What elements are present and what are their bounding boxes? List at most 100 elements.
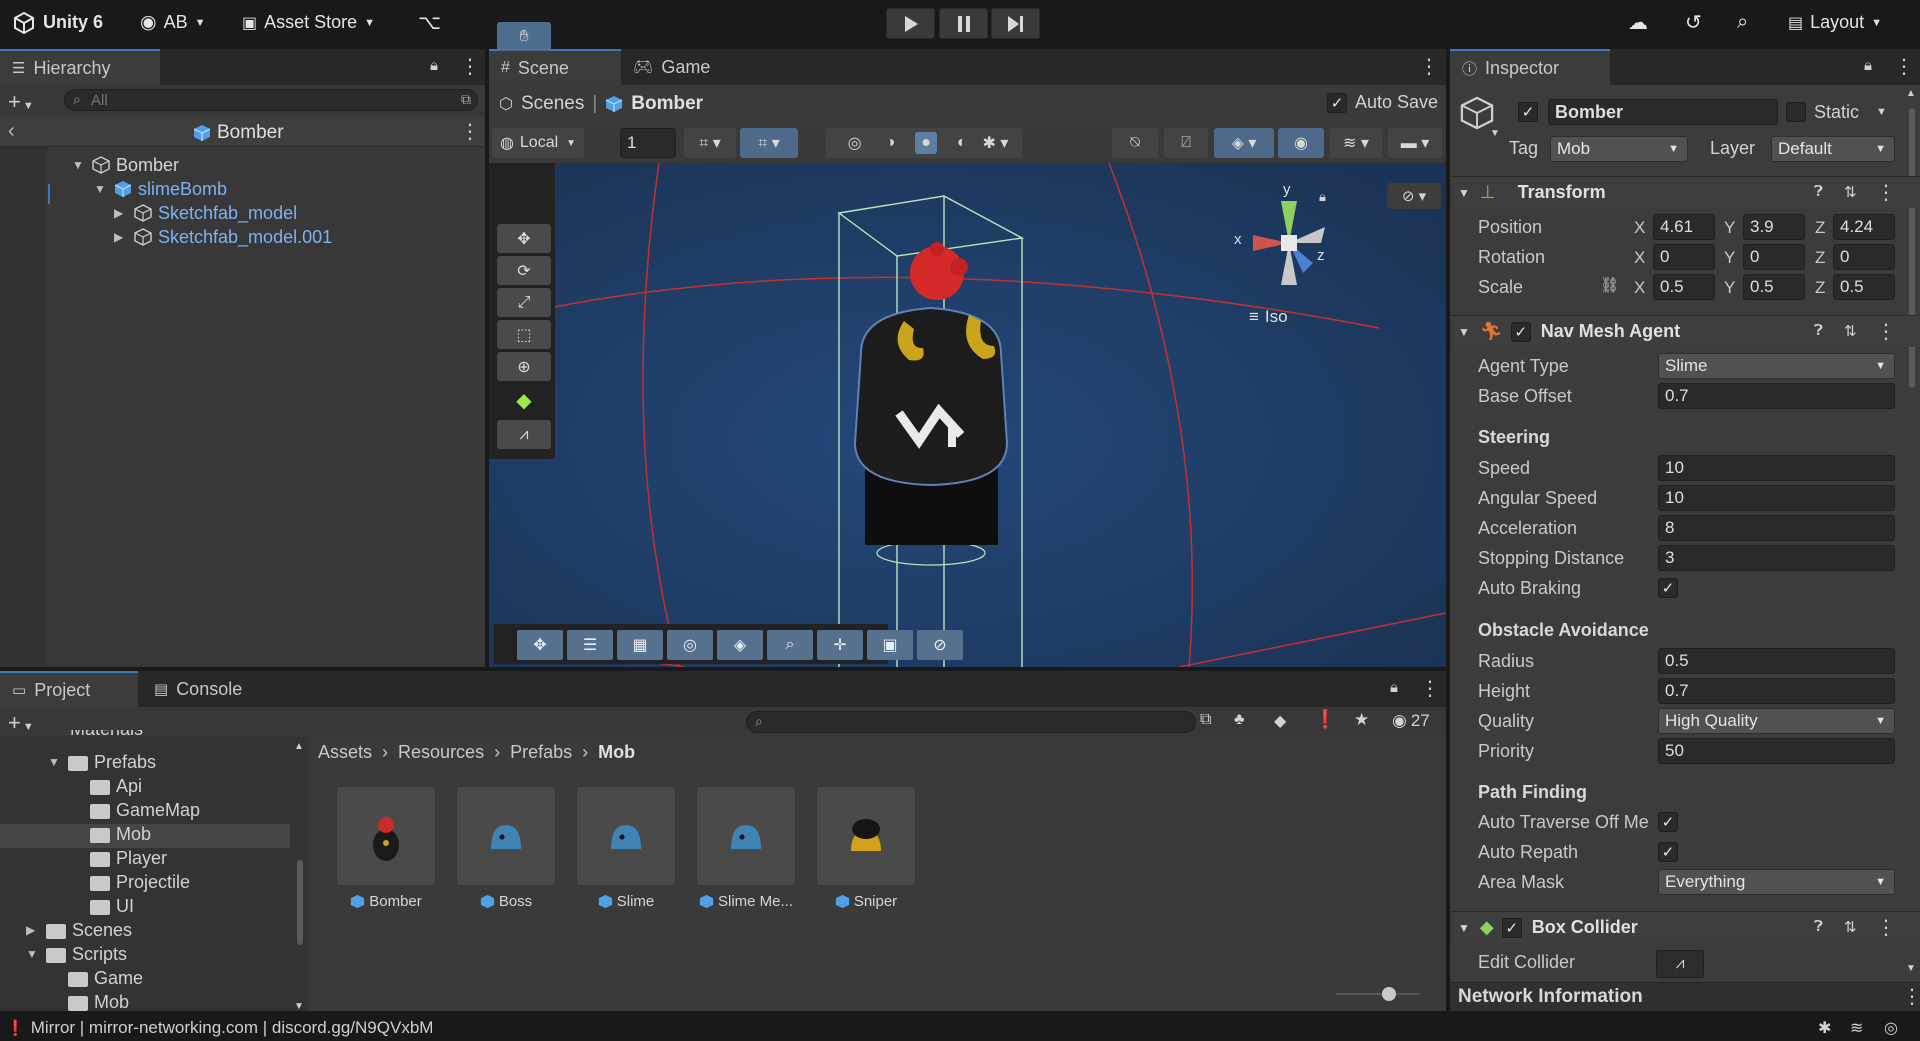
hierarchy-item-sketchfab-model-001[interactable]: ▶ Sketchfab_model.001: [114, 225, 332, 249]
step-button[interactable]: [991, 8, 1040, 39]
rotate-tool[interactable]: ⟳: [497, 256, 551, 285]
scroll-up-icon[interactable]: ▲: [294, 741, 304, 752]
folder-materials[interactable]: Materials: [70, 730, 143, 740]
projection-toggle[interactable]: ≡ Iso: [1249, 307, 1288, 327]
foldout-arrow-icon[interactable]: ▼: [1458, 921, 1470, 935]
project-search-field[interactable]: ⌕: [746, 711, 1196, 733]
star-icon[interactable]: ★: [1354, 710, 1369, 730]
hierarchy-item-sketchfab-model[interactable]: ▶ Sketchfab_model: [114, 201, 297, 225]
breadcrumb-assets[interactable]: Assets: [318, 742, 372, 763]
audio-toggle[interactable]: ⍁: [1164, 128, 1208, 158]
snap-increment-button[interactable]: ⌗ ▾: [740, 128, 798, 158]
foldout-arrow-icon[interactable]: ▼: [1458, 325, 1470, 339]
breadcrumb-mob[interactable]: Mob: [598, 742, 635, 763]
folder-mob[interactable]: Mob: [90, 822, 151, 846]
grid-snap-button[interactable]: ⌗ ▾: [684, 128, 736, 158]
overlay-camera-button[interactable]: ▣: [867, 630, 913, 660]
debug-bug-icon[interactable]: ✱: [1818, 1018, 1831, 1038]
component-menu-icon[interactable]: ⋮: [1876, 918, 1896, 938]
scroll-down-icon[interactable]: ▼: [1906, 963, 1916, 974]
angular-speed-field[interactable]: 10: [1658, 485, 1895, 511]
expand-arrow-icon[interactable]: ▼: [72, 158, 86, 172]
lock-icon[interactable]: 🔒︎: [1864, 57, 1872, 74]
tab-console[interactable]: ▤ Console: [142, 671, 272, 707]
asset-boss[interactable]: Boss: [456, 787, 556, 910]
presets-icon[interactable]: ⇅: [1844, 918, 1857, 936]
active-checkbox[interactable]: ✓: [1518, 102, 1538, 122]
cloud-button[interactable]: ☁: [1628, 0, 1648, 45]
grid-size-field[interactable]: 1: [620, 128, 676, 158]
warning-icon[interactable]: ❗: [1314, 709, 1336, 730]
orientation-gizmo[interactable]: y x z: [1229, 181, 1349, 303]
scroll-up-icon[interactable]: ▲: [1906, 88, 1916, 99]
tab-scene[interactable]: # Scene: [489, 49, 621, 85]
acceleration-field[interactable]: 8: [1658, 515, 1895, 541]
network-info-menu-icon[interactable]: ⋮: [1902, 987, 1920, 1007]
position-y-field[interactable]: 3.9: [1743, 214, 1805, 240]
thumbnail-size-slider[interactable]: [1336, 987, 1420, 1001]
folder-game[interactable]: Game: [68, 966, 143, 990]
auto-braking-checkbox[interactable]: ✓: [1658, 578, 1678, 598]
expand-arrow-icon[interactable]: ▼: [26, 947, 40, 961]
nav-mesh-agent-header[interactable]: ▼ 🏃︎ ✓ Nav Mesh Agent ❓︎ ⇅ ⋮: [1450, 315, 1920, 347]
asset-slime[interactable]: Slime: [576, 787, 676, 910]
tree-scrollbar[interactable]: ▲ ▼: [294, 741, 306, 1012]
breadcrumb-resources[interactable]: Resources: [398, 742, 484, 763]
visibility-toggle[interactable]: ◉: [1278, 128, 1324, 158]
collapsed-arrow-icon[interactable]: ▶: [114, 206, 128, 220]
lock-icon[interactable]: 🔒︎: [430, 57, 438, 74]
expand-arrow-icon[interactable]: ▼: [48, 755, 62, 769]
create-asset-button[interactable]: + ▼: [8, 710, 34, 736]
breadcrumb-scenes[interactable]: Scenes: [521, 93, 584, 115]
overlay-sphere-button[interactable]: ◎: [667, 630, 713, 660]
status-message[interactable]: Mirror | mirror-networking.com | discord…: [31, 1018, 434, 1038]
stopping-distance-field[interactable]: 3: [1658, 545, 1895, 571]
asset-bomber[interactable]: Bomber: [336, 787, 436, 910]
shaded-sphere-icon[interactable]: ●: [915, 132, 937, 154]
transform-header[interactable]: ▼ ⊥ Transform ❓︎ ⇅ ⋮: [1450, 176, 1920, 208]
hierarchy-item-bomber[interactable]: ▼ Bomber: [72, 153, 179, 177]
scale-x-field[interactable]: 0.5: [1653, 274, 1715, 300]
history-button[interactable]: ↺: [1685, 0, 1702, 45]
rotation-x-field[interactable]: 0: [1653, 244, 1715, 270]
project-menu-icon[interactable]: ⋮: [1420, 679, 1440, 699]
gizmo-lock-icon[interactable]: 🔒︎: [1319, 189, 1326, 205]
icon-dropdown-arrow[interactable]: ▼: [1490, 128, 1500, 139]
foldout-arrow-icon[interactable]: ▼: [1458, 186, 1470, 200]
overlay-layers-button[interactable]: ◈: [717, 630, 763, 660]
layer-dropdown[interactable]: Default ▼: [1771, 136, 1895, 162]
folder-scripts-mob[interactable]: Mob: [68, 990, 129, 1014]
radius-field[interactable]: 0.5: [1658, 648, 1895, 674]
custom-editor-tool[interactable]: ◆: [497, 386, 551, 415]
asset-slime-me[interactable]: Slime Me...: [696, 787, 796, 910]
wireframe-sphere-icon[interactable]: ◎: [848, 133, 862, 153]
folder-player[interactable]: Player: [90, 846, 167, 870]
hierarchy-item-slimebomb[interactable]: ▼ slimeBomb: [94, 177, 227, 201]
account-dropdown[interactable]: ◉ AB ▼: [140, 0, 206, 45]
overlay-search-button[interactable]: ⌕: [767, 630, 813, 660]
unity-menu[interactable]: Unity 6: [12, 0, 103, 45]
transform-tool[interactable]: ⊕: [497, 352, 551, 381]
layers-status-icon[interactable]: ≋: [1850, 1018, 1863, 1038]
expand-arrow-icon[interactable]: ▼: [94, 182, 108, 196]
label-tag-icon[interactable]: ◆: [1274, 711, 1286, 731]
layout-dropdown[interactable]: ▤ Layout ▼: [1788, 0, 1882, 45]
nav-mesh-agent-enabled-checkbox[interactable]: ✓: [1510, 321, 1531, 342]
component-menu-icon[interactable]: ⋮: [1876, 322, 1896, 342]
auto-save-checkbox[interactable]: ✓: [1327, 92, 1347, 113]
nav-edit-tool[interactable]: ⩘: [497, 420, 551, 449]
lock-icon[interactable]: 🔒︎: [1390, 679, 1398, 696]
edit-collider-button[interactable]: ⩘: [1656, 950, 1704, 978]
check-circle-icon[interactable]: ◎: [1884, 1018, 1898, 1038]
collapsed-arrow-icon[interactable]: ▶: [114, 230, 128, 244]
folder-scripts[interactable]: ▼ Scripts: [26, 942, 127, 966]
box-collider-header[interactable]: ▼ ◆ ✓ Box Collider ❓︎ ⇅ ⋮: [1450, 911, 1920, 943]
overlay-move-button[interactable]: ✥: [517, 630, 563, 660]
shaded-wireframe-icon[interactable]: ◑: [886, 134, 896, 152]
version-control-button[interactable]: ⌥: [418, 0, 441, 45]
help-icon[interactable]: ❓︎: [1814, 183, 1823, 200]
scale-y-field[interactable]: 0.5: [1743, 274, 1805, 300]
layers-dropdown[interactable]: ≋ ▾: [1330, 128, 1382, 158]
folder-gamemap[interactable]: GameMap: [90, 798, 200, 822]
filter-type-icon[interactable]: ♣: [1234, 711, 1245, 729]
